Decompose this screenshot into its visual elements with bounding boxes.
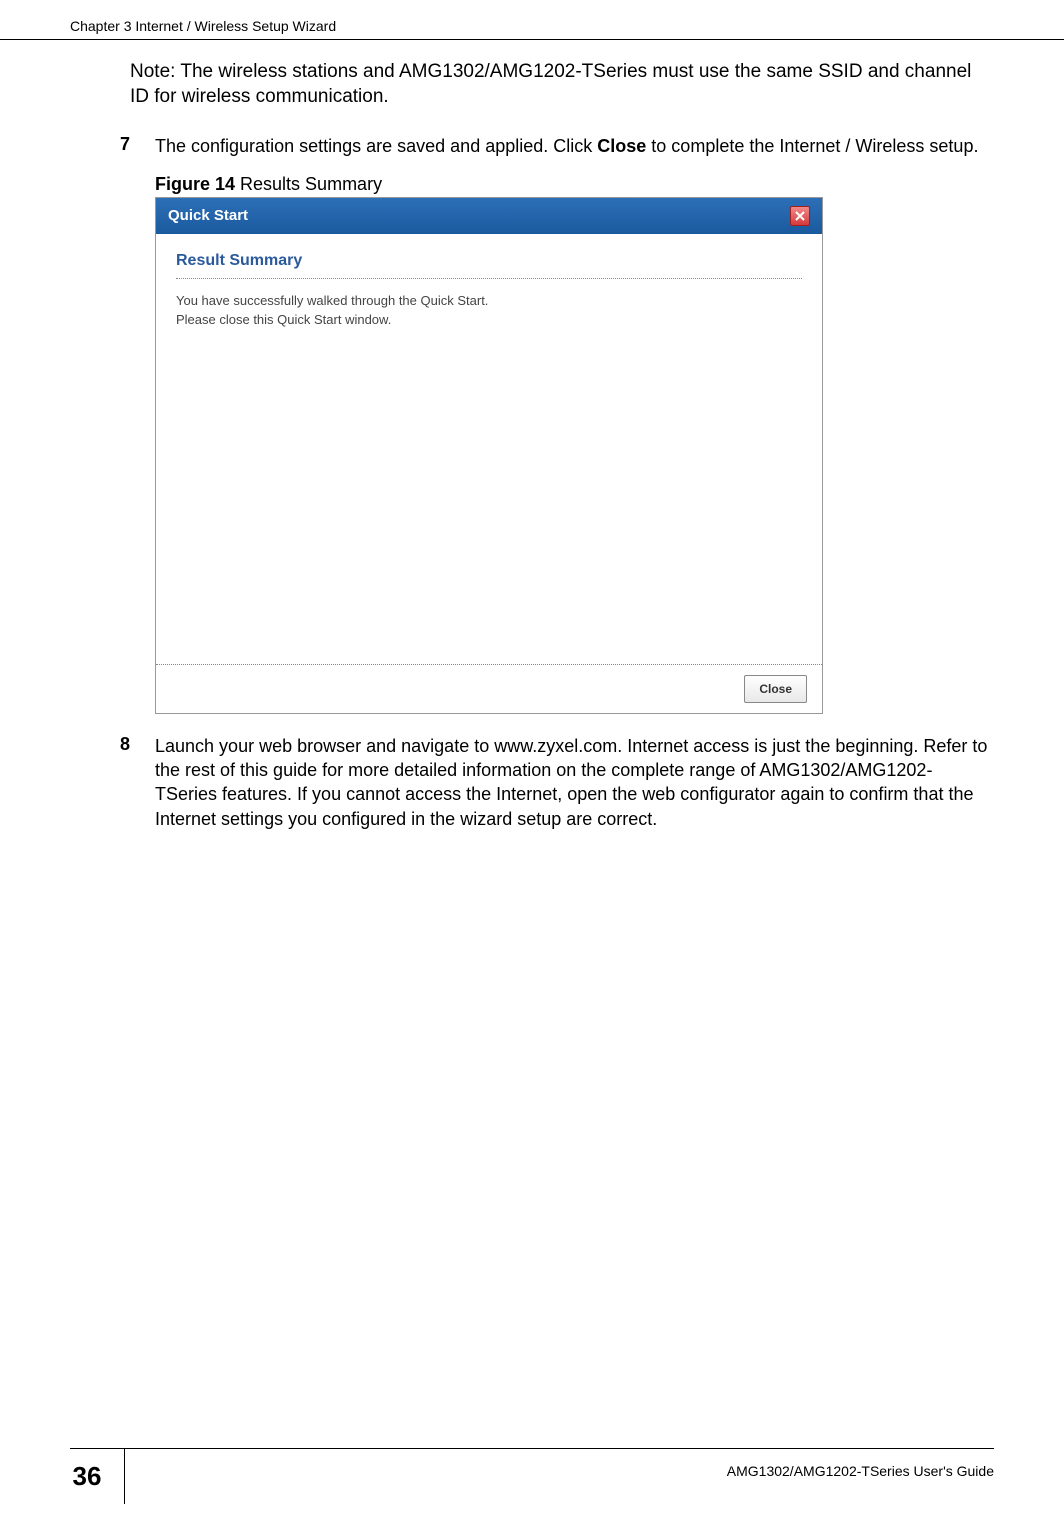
figure-title: Results Summary bbox=[240, 174, 382, 194]
step-text: Launch your web browser and navigate to … bbox=[155, 734, 994, 831]
main-content: Note: The wireless stations and AMG1302/… bbox=[0, 60, 1064, 831]
step-7: 7 The configuration settings are saved a… bbox=[120, 134, 994, 158]
result-text: You have successfully walked through the… bbox=[176, 291, 802, 330]
dialog-body: Result Summary You have successfully wal… bbox=[156, 234, 822, 664]
chapter-title: Chapter 3 Internet / Wireless Setup Wiza… bbox=[70, 18, 336, 34]
note-prefix: Note: bbox=[130, 61, 180, 82]
dialog-titlebar: Quick Start bbox=[156, 198, 822, 234]
result-line-1: You have successfully walked through the… bbox=[176, 291, 802, 311]
note-block: Note: The wireless stations and AMG1302/… bbox=[130, 60, 984, 109]
page-footer: 36 AMG1302/AMG1202-TSeries User's Guide bbox=[0, 1448, 1064, 1504]
step-8: 8 Launch your web browser and navigate t… bbox=[120, 734, 994, 831]
dialog-title: Quick Start bbox=[168, 207, 248, 224]
result-summary-heading: Result Summary bbox=[176, 252, 802, 279]
footer-content: 36 AMG1302/AMG1202-TSeries User's Guide bbox=[70, 1449, 994, 1504]
page-number: 36 bbox=[70, 1449, 125, 1504]
step-text: The configuration settings are saved and… bbox=[155, 134, 978, 158]
step-number: 8 bbox=[120, 734, 155, 831]
result-line-2: Please close this Quick Start window. bbox=[176, 310, 802, 330]
close-button[interactable]: Close bbox=[744, 675, 807, 703]
dialog-footer: Close bbox=[156, 664, 822, 713]
figure-number: Figure 14 bbox=[155, 174, 240, 194]
close-icon[interactable] bbox=[790, 206, 810, 226]
figure-caption: Figure 14 Results Summary bbox=[155, 174, 994, 195]
step-number: 7 bbox=[120, 134, 155, 158]
note-text: The wireless stations and AMG1302/AMG120… bbox=[130, 61, 971, 107]
step7-before: The configuration settings are saved and… bbox=[155, 136, 597, 156]
guide-name: AMG1302/AMG1202-TSeries User's Guide bbox=[125, 1449, 994, 1504]
step7-bold: Close bbox=[597, 136, 646, 156]
page-header: Chapter 3 Internet / Wireless Setup Wiza… bbox=[0, 0, 1064, 40]
step7-after: to complete the Internet / Wireless setu… bbox=[646, 136, 978, 156]
screenshot-dialog: Quick Start Result Summary You have succ… bbox=[155, 197, 823, 714]
